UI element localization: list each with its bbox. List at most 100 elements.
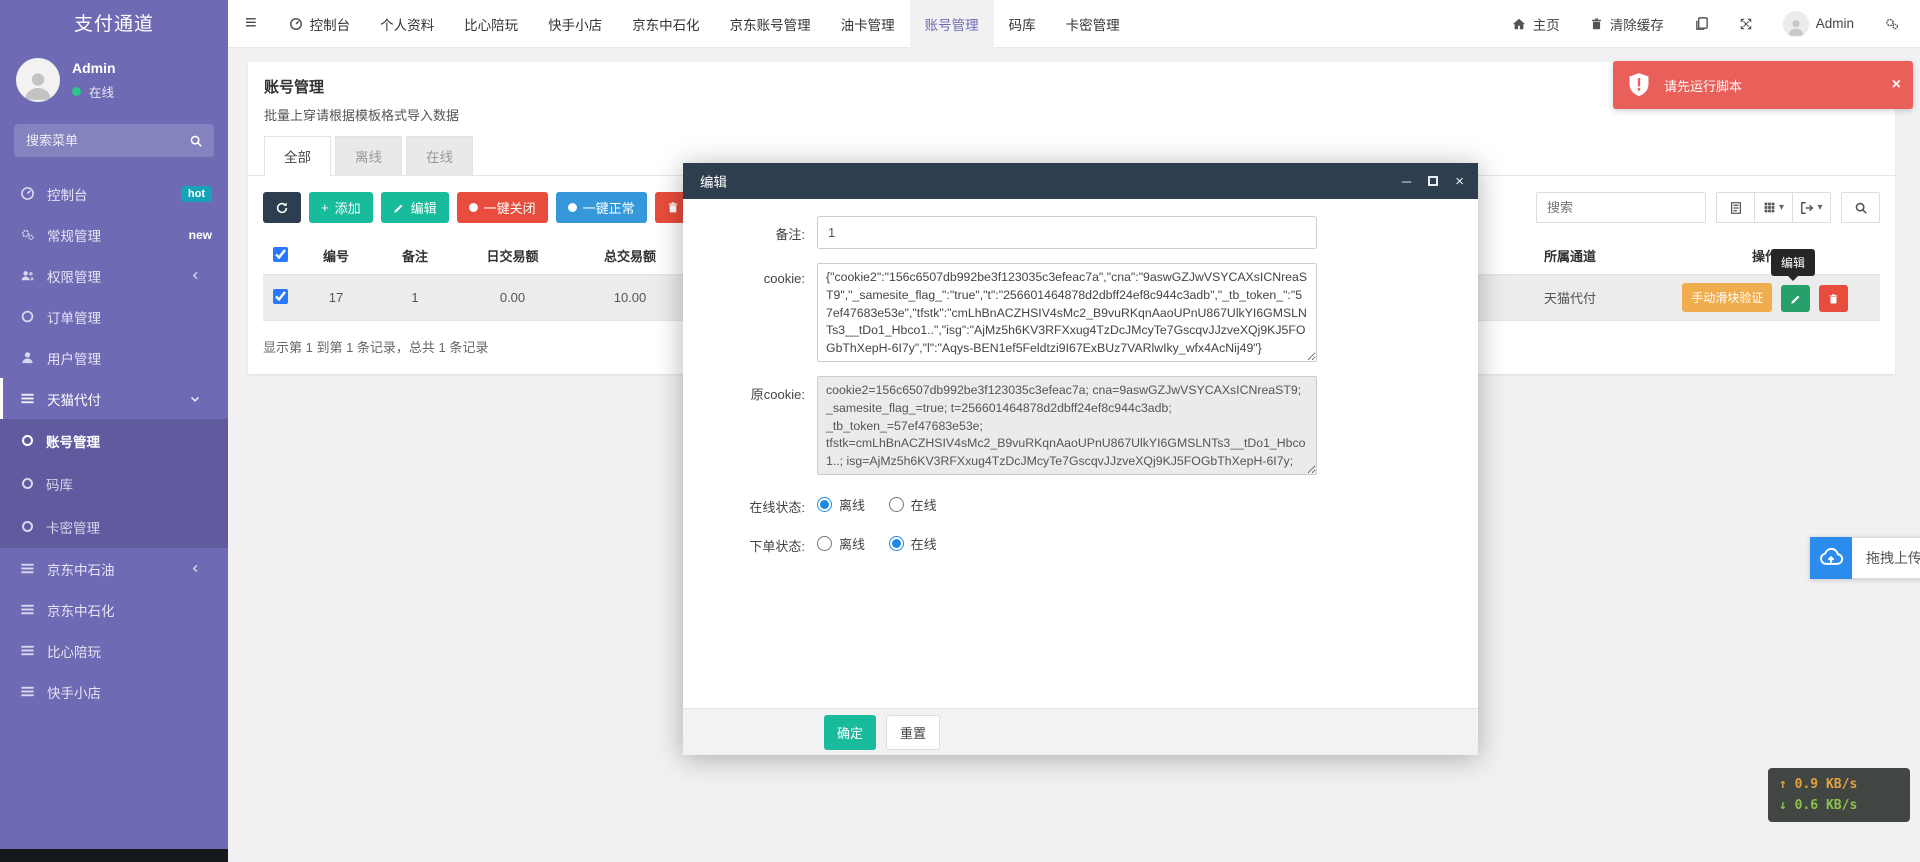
maximize-icon[interactable] bbox=[1428, 175, 1438, 188]
list-icon bbox=[20, 561, 35, 576]
row-channel: 天猫代付 bbox=[1490, 275, 1650, 321]
sidebar-item-account-management[interactable]: 账号管理 bbox=[0, 419, 228, 462]
sidebar-search-button[interactable] bbox=[178, 124, 214, 157]
search-toggle-button[interactable] bbox=[1841, 192, 1880, 223]
grid-icon bbox=[1763, 201, 1776, 214]
avatar bbox=[16, 58, 60, 102]
order-status-label: 下单状态: bbox=[695, 534, 817, 555]
close-icon[interactable]: × bbox=[1892, 76, 1901, 94]
dialog-body: 备注: cookie: {"cookie2":"156c6507db992be3… bbox=[683, 199, 1478, 555]
sidebar-item-general[interactable]: 常规管理 new bbox=[0, 214, 228, 255]
row-id: 17 bbox=[297, 275, 375, 321]
nav-tab-bixin[interactable]: 比心陪玩 bbox=[449, 0, 533, 48]
users-icon bbox=[20, 268, 35, 283]
nav-tab-card-secret[interactable]: 卡密管理 bbox=[1051, 0, 1135, 48]
sidebar-item-jd-sinopec-oil[interactable]: 京东中石油 bbox=[0, 548, 228, 589]
sidebar-item-card-secret[interactable]: 卡密管理 bbox=[0, 505, 228, 548]
row-edit-button[interactable] bbox=[1781, 285, 1810, 312]
row-delete-button[interactable] bbox=[1819, 285, 1848, 312]
table-search-input[interactable] bbox=[1536, 192, 1706, 223]
reset-button[interactable]: 重置 bbox=[886, 715, 940, 750]
refresh-button[interactable] bbox=[263, 192, 301, 223]
chevron-down-icon bbox=[190, 394, 200, 404]
app-brand[interactable]: 支付通道 bbox=[0, 0, 228, 50]
online-radio[interactable] bbox=[889, 536, 904, 551]
pencil-icon bbox=[393, 202, 405, 214]
row-remark: 1 bbox=[375, 275, 455, 321]
online-radio[interactable] bbox=[889, 497, 904, 512]
columns-dropdown-button[interactable]: ▾ bbox=[1754, 192, 1793, 223]
nav-tab-dashboard[interactable]: 控制台 bbox=[274, 0, 366, 48]
close-icon[interactable]: × bbox=[1455, 174, 1464, 189]
detail-view-button[interactable] bbox=[1716, 192, 1755, 223]
dot-icon bbox=[568, 203, 577, 212]
file-text-icon bbox=[1729, 201, 1743, 215]
dot-icon bbox=[469, 203, 478, 212]
col-daily[interactable]: 日交易额 bbox=[455, 237, 570, 275]
tab-offline[interactable]: 离线 bbox=[335, 136, 402, 175]
radio-option-offline[interactable]: 离线 bbox=[817, 495, 865, 514]
nav-tab-kuaishou[interactable]: 快手小店 bbox=[533, 0, 617, 48]
clear-cache-button[interactable]: 清除缓存 bbox=[1575, 0, 1679, 48]
hot-badge: hot bbox=[181, 186, 212, 202]
col-actions: 操作 bbox=[1650, 237, 1880, 275]
download-speed: ↓ 0.6 KB/s bbox=[1779, 795, 1899, 816]
minimize-icon[interactable]: ─ bbox=[1402, 175, 1411, 188]
row-actions: 手动滑块验证 bbox=[1650, 275, 1880, 321]
nav-tab-jd-accounts[interactable]: 京东账号管理 bbox=[715, 0, 826, 48]
nav-tab-profile[interactable]: 个人资料 bbox=[365, 0, 449, 48]
sidebar-item-bixin[interactable]: 比心陪玩 bbox=[0, 630, 228, 671]
sidebar-item-jd-sinopec[interactable]: 京东中石化 bbox=[0, 589, 228, 630]
copy-page-button[interactable] bbox=[1679, 0, 1724, 48]
edit-button[interactable]: 编辑 bbox=[381, 192, 449, 223]
tab-online[interactable]: 在线 bbox=[406, 136, 473, 175]
gears-icon bbox=[20, 227, 35, 242]
cookie-textarea[interactable]: {"cookie2":"156c6507db992be3f123035c3efe… bbox=[817, 263, 1317, 362]
manual-slider-verify-button[interactable]: 手动滑块验证 bbox=[1682, 283, 1772, 312]
nav-tab-account-management[interactable]: 账号管理 bbox=[910, 0, 994, 48]
add-button[interactable]: +添加 bbox=[309, 192, 373, 223]
close-all-button[interactable]: 一键关闭 bbox=[457, 192, 548, 223]
dialog-titlebar[interactable]: 编辑 ─ × bbox=[683, 163, 1478, 199]
home-button[interactable]: 主页 bbox=[1497, 0, 1575, 48]
old-cookie-textarea[interactable]: cookie2=156c6507db992be3f123035c3efeac7a… bbox=[817, 376, 1317, 475]
edit-tooltip: 编辑 bbox=[1771, 249, 1815, 276]
sidebar-search bbox=[14, 124, 214, 157]
shield-warning-icon bbox=[1627, 72, 1651, 98]
trash-icon bbox=[667, 201, 679, 214]
old-cookie-label: 原cookie: bbox=[695, 376, 817, 475]
row-checkbox[interactable] bbox=[273, 289, 288, 304]
user-menu[interactable]: Admin bbox=[1768, 0, 1869, 48]
tab-all[interactable]: 全部 bbox=[264, 136, 331, 176]
normal-all-button[interactable]: 一键正常 bbox=[556, 192, 647, 223]
select-all-checkbox[interactable] bbox=[273, 247, 288, 262]
nav-tab-jd-sinopec[interactable]: 京东中石化 bbox=[617, 0, 715, 48]
drag-upload-widget[interactable]: 拖拽上传 bbox=[1810, 537, 1920, 579]
nav-tab-code-bank[interactable]: 码库 bbox=[994, 0, 1051, 48]
export-dropdown-button[interactable]: ▾ bbox=[1792, 192, 1831, 223]
remark-input[interactable] bbox=[817, 216, 1317, 249]
offline-radio[interactable] bbox=[817, 536, 832, 551]
form-row-old-cookie: 原cookie: cookie2=156c6507db992be3f123035… bbox=[695, 376, 1478, 475]
sidebar-item-tmall-pay[interactable]: 天猫代付 bbox=[0, 378, 228, 419]
sidebar-item-permissions[interactable]: 权限管理 bbox=[0, 255, 228, 296]
sidebar-item-code-bank[interactable]: 码库 bbox=[0, 462, 228, 505]
fullscreen-button[interactable] bbox=[1724, 0, 1768, 48]
sidebar-item-dashboard[interactable]: 控制台 hot bbox=[0, 173, 228, 214]
offline-radio[interactable] bbox=[817, 497, 832, 512]
alert-run-script: 请先运行脚本 × bbox=[1613, 61, 1913, 109]
col-total[interactable]: 总交易额 bbox=[570, 237, 690, 275]
radio-option-online[interactable]: 在线 bbox=[889, 534, 937, 553]
col-channel[interactable]: 所属通道 bbox=[1490, 237, 1650, 275]
col-id[interactable]: 编号 bbox=[297, 237, 375, 275]
col-remark[interactable]: 备注 bbox=[375, 237, 455, 275]
confirm-button[interactable]: 确定 bbox=[824, 715, 876, 750]
sidebar-item-orders[interactable]: 订单管理 bbox=[0, 296, 228, 337]
radio-option-online[interactable]: 在线 bbox=[889, 495, 937, 514]
nav-tab-oil-card[interactable]: 油卡管理 bbox=[826, 0, 910, 48]
hamburger-icon[interactable]: ≡ bbox=[228, 12, 274, 35]
sidebar-item-users[interactable]: 用户管理 bbox=[0, 337, 228, 378]
radio-option-offline[interactable]: 离线 bbox=[817, 534, 865, 553]
sidebar-item-kuaishou[interactable]: 快手小店 bbox=[0, 671, 228, 712]
settings-button[interactable] bbox=[1869, 0, 1914, 48]
